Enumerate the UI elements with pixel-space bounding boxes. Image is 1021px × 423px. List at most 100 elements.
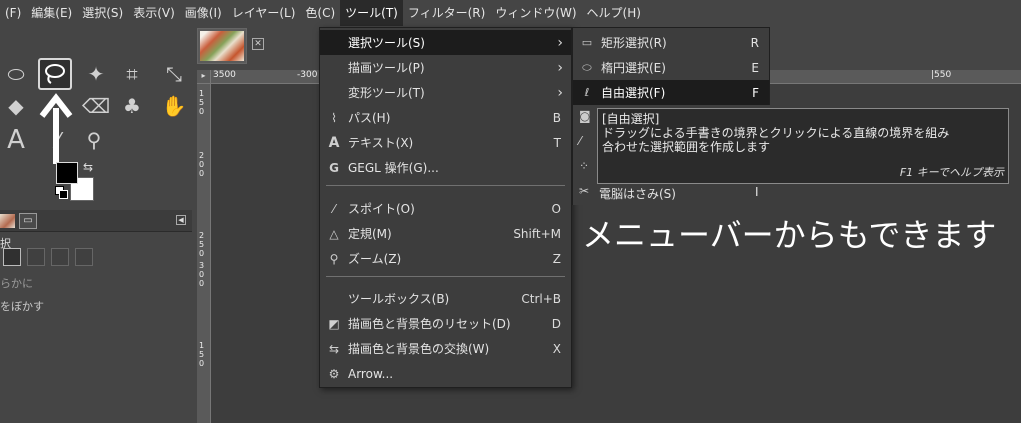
menu-tools[interactable]: ツール(T): [340, 0, 403, 26]
free-select-icon: ℓ: [584, 86, 590, 99]
submenu-item-free-select[interactable]: ℓ 自由選択(F) F: [573, 80, 769, 105]
select-submenu-lower: ◙ ⁄ ⁘ ✂: [572, 105, 598, 205]
bucket-fill-tool-icon[interactable]: ◆: [2, 92, 30, 120]
submenu-item-rect-select[interactable]: ▭ 矩形選択(R) R: [573, 30, 769, 55]
scissors-icon[interactable]: ✂: [579, 184, 589, 198]
menu-item-reset-colors[interactable]: ◩ 描画色と背景色のリセット(D) D: [320, 311, 571, 336]
transform-tool-icon[interactable]: ⤡: [160, 60, 188, 88]
smudge-tool-icon[interactable]: ✋: [160, 92, 188, 120]
mode-replace-button[interactable]: [3, 248, 21, 266]
color-picker-icon: ⁄: [332, 201, 335, 216]
menu-item-swap-colors[interactable]: ⇆ 描画色と背景色の交換(W) X: [320, 336, 571, 361]
tools-menu: 選択ツール(S) › 描画ツール(P) › 変形ツール(T) › ⌇ パス(H)…: [319, 27, 572, 388]
submenu-item-ellipse-select[interactable]: ⬭ 楕円選択(E) E: [573, 55, 769, 80]
menu-image[interactable]: 画像(I): [180, 0, 227, 26]
submenu-item-scissors[interactable]: 電脳はさみ(S): [599, 185, 676, 202]
image-thumbnail-tab[interactable]: [0, 214, 15, 228]
ruler-label: 2: [199, 151, 205, 160]
tooltip-description: ドラッグによる手書きの境界とクリックによる直線の境界を組み 合わせた選択範囲を作…: [602, 126, 1004, 154]
menu-colors[interactable]: 色(C): [300, 0, 340, 26]
selection-mode-row: [3, 248, 93, 266]
tooltip: [自由選択] ドラッグによる手書きの境界とクリックによる直線の境界を組み 合わせ…: [597, 108, 1009, 184]
annotation-arrow-icon: [39, 93, 73, 164]
menu-item-shortcut: T: [553, 135, 561, 150]
free-select-tool-icon[interactable]: [38, 58, 72, 90]
dock-tabs: ▭ ◀: [0, 210, 192, 232]
menu-item-shortcut: X: [552, 341, 561, 356]
menu-item-color-picker[interactable]: ⁄ スポイト(O) O: [320, 196, 571, 221]
select-tools-submenu: ▭ 矩形選択(R) R ⬭ 楕円選択(E) E ℓ 自由選択(F) F: [572, 27, 770, 105]
ruler-label: 0: [199, 160, 205, 169]
submenu-item-shortcut: F: [752, 85, 759, 100]
mode-intersect-button[interactable]: [75, 248, 93, 266]
gegl-icon: G: [329, 160, 339, 175]
caption-text: メニューバーからもできます: [582, 216, 997, 254]
select-by-color-icon[interactable]: ⁘: [579, 159, 589, 173]
submenu-arrow-icon: ›: [557, 59, 563, 76]
menu-item-shortcut: O: [551, 201, 561, 216]
menu-item-paint-tools[interactable]: 描画ツール(P) ›: [320, 55, 571, 80]
dock-menu-arrow-icon[interactable]: ◀: [176, 215, 186, 225]
clone-tool-icon[interactable]: ♣: [118, 92, 146, 120]
submenu-item-shortcut: R: [750, 35, 759, 50]
menu-item-text[interactable]: A テキスト(X) T: [320, 130, 571, 155]
fuzzy-select-tool-icon[interactable]: ✦: [82, 60, 110, 88]
ruler-corner-icon[interactable]: ▸: [197, 70, 211, 84]
ruler-label: 5: [199, 240, 205, 249]
ruler-label: |550: [931, 70, 952, 80]
menu-item-shortcut: B: [552, 110, 561, 125]
fuzzy-select-icon[interactable]: ⁄: [579, 134, 581, 148]
menu-item-transform-tools[interactable]: 変形ツール(T) ›: [320, 80, 571, 105]
zoom-tool-icon[interactable]: ⚲: [80, 126, 108, 154]
menu-item-paths[interactable]: ⌇ パス(H) B: [320, 105, 571, 130]
foreground-color-swatch[interactable]: [56, 162, 78, 184]
mode-subtract-button[interactable]: [51, 248, 69, 266]
menu-item-label: 選択ツール(S): [348, 36, 425, 50]
menu-item-shortcut: Ctrl+B: [521, 291, 561, 306]
image-tab[interactable]: [197, 28, 247, 64]
antialias-option[interactable]: らかに: [0, 275, 33, 291]
ruler-label: 0: [199, 279, 205, 288]
menu-item-gegl[interactable]: G GEGL 操作(G)...: [320, 155, 571, 180]
menu-item-label: Arrow...: [348, 366, 394, 381]
menu-item-label: ズーム(Z): [348, 252, 402, 266]
tooltip-description-line: ドラッグによる手書きの境界とクリックによる直線の境界を組み: [602, 126, 950, 140]
menu-layer[interactable]: レイヤー(L): [227, 0, 301, 26]
close-image-icon[interactable]: ✕: [252, 38, 264, 50]
swap-colors-icon[interactable]: ⇆: [83, 160, 93, 174]
menu-edit[interactable]: 編集(E): [26, 0, 77, 26]
menu-item-zoom[interactable]: ⚲ ズーム(Z) Z: [320, 246, 571, 271]
paths-icon: ⌇: [331, 110, 337, 125]
ellipse-select-tool-icon[interactable]: ⬭: [2, 60, 30, 88]
menu-filters[interactable]: フィルター(R): [403, 0, 490, 26]
menu-item-label: 描画ツール(P): [348, 61, 425, 75]
menu-item-select-tools[interactable]: 選択ツール(S) ›: [320, 30, 571, 55]
menu-item-arrow[interactable]: ⚙ Arrow...: [320, 361, 571, 386]
crop-tool-icon[interactable]: ⌗: [118, 60, 146, 88]
submenu-item-label: 矩形選択(R): [601, 36, 667, 50]
menu-item-shortcut: Shift+M: [513, 226, 561, 241]
ruler-label: 0: [199, 359, 205, 368]
feather-edges-option[interactable]: をぼかす: [0, 298, 44, 314]
ellipse-select-icon: ⬭: [582, 60, 592, 74]
mode-add-button[interactable]: [27, 248, 45, 266]
menu-item-label: 描画色と背景色の交換(W): [348, 342, 490, 356]
menu-item-toolbox[interactable]: ツールボックス(B) Ctrl+B: [320, 286, 571, 311]
menu-windows[interactable]: ウィンドウ(W): [490, 0, 581, 26]
ruler-label: 1: [199, 341, 205, 350]
menu-view[interactable]: 表示(V): [128, 0, 180, 26]
submenu-arrow-icon: ›: [557, 84, 563, 101]
reset-colors-icon[interactable]: [55, 186, 68, 199]
menu-item-measure[interactable]: △ 定規(M) Shift+M: [320, 221, 571, 246]
submenu-item-label: 自由選択(F): [601, 86, 666, 100]
tool-options-tab-icon[interactable]: ▭: [19, 213, 37, 229]
menu-item-shortcut: Z: [552, 251, 561, 266]
menu-item-label: 定規(M): [348, 227, 392, 241]
menu-file[interactable]: (F): [0, 0, 26, 26]
submenu-item-shortcut: I: [755, 185, 759, 199]
menu-help[interactable]: ヘルプ(H): [582, 0, 646, 26]
foreground-select-icon[interactable]: ◙: [579, 109, 591, 123]
menu-select[interactable]: 選択(S): [77, 0, 128, 26]
eraser-tool-icon[interactable]: ⌫: [82, 92, 110, 120]
text-tool-icon[interactable]: A: [2, 125, 30, 155]
